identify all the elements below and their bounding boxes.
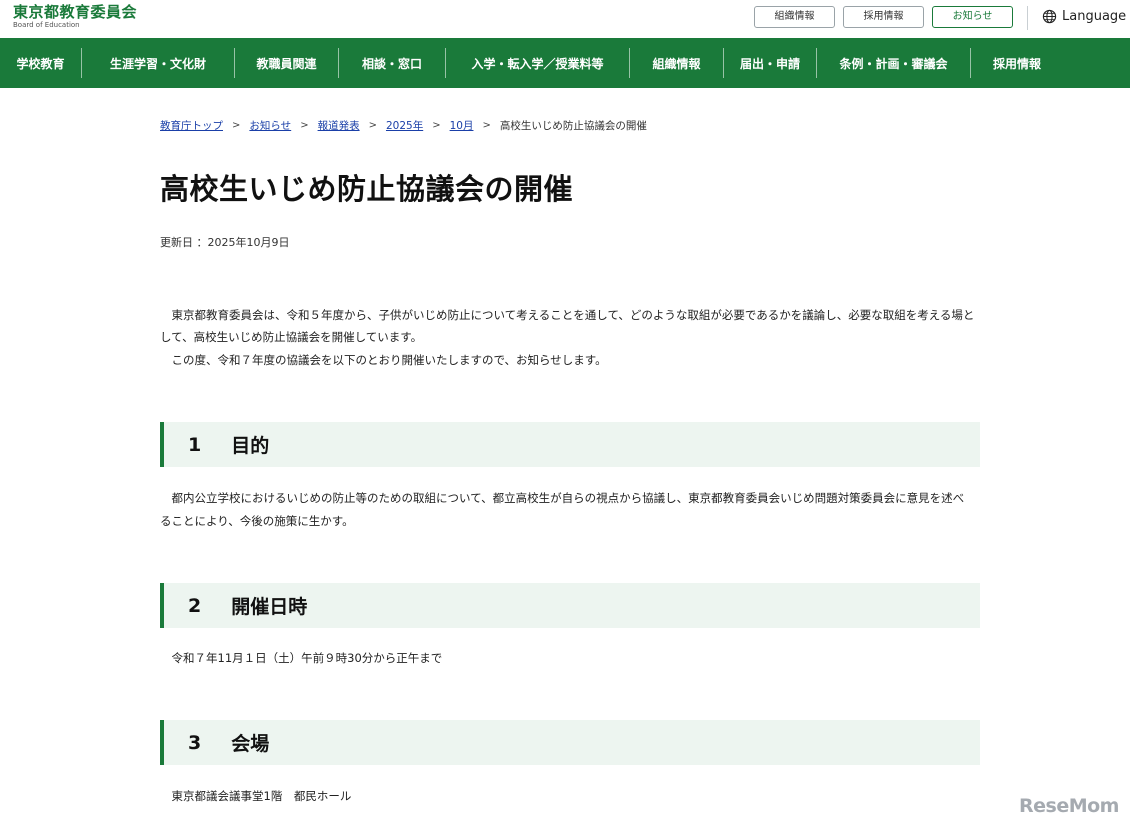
section-number: 3 xyxy=(188,731,202,754)
header-button-organization[interactable]: 組織情報 xyxy=(754,6,835,28)
section-heading-venue: 3 会場 xyxy=(160,720,980,765)
breadcrumb: 教育庁トップ > お知らせ > 報道発表 > 2025年 > 10月 > 高校生… xyxy=(160,118,647,133)
header-buttons: 組織情報 採用情報 お知らせ xyxy=(754,6,1013,28)
section-title: 会場 xyxy=(231,733,270,755)
section-title: 開催日時 xyxy=(231,596,308,618)
chevron-right-icon: > xyxy=(300,120,309,131)
site-logo[interactable]: 東京都教育委員会 Board of Education xyxy=(13,4,137,30)
section-number: 1 xyxy=(188,433,202,456)
breadcrumb-link-top[interactable]: 教育庁トップ xyxy=(160,118,223,133)
breadcrumb-link-news[interactable]: お知らせ xyxy=(249,118,291,133)
nav-item-school-education[interactable]: 学校教育 xyxy=(0,38,81,88)
breadcrumb-link-press[interactable]: 報道発表 xyxy=(318,118,360,133)
section-body-purpose: 都内公立学校におけるいじめの防止等のための取組について、都立高校生が自らの視点か… xyxy=(160,491,965,528)
watermark-logo: ReseMom xyxy=(1019,795,1119,817)
section-heading-purpose: 1 目的 xyxy=(160,422,980,467)
header-divider xyxy=(1027,6,1028,30)
header-button-news[interactable]: お知らせ xyxy=(932,6,1013,28)
chevron-right-icon: > xyxy=(432,120,441,131)
nav-item-recruitment[interactable]: 採用情報 xyxy=(971,38,1063,88)
global-nav: 学校教育 生涯学習・文化財 教職員関連 相談・窓口 入学・転入学／授業料等 組織… xyxy=(0,38,1130,88)
site-header: 東京都教育委員会 Board of Education 組織情報 採用情報 お知… xyxy=(0,0,1130,38)
breadcrumb-link-month[interactable]: 10月 xyxy=(450,118,474,133)
page-title: 高校生いじめ防止協議会の開催 xyxy=(160,172,574,206)
nav-item-applications[interactable]: 届出・申請 xyxy=(724,38,816,88)
nav-item-admission[interactable]: 入学・転入学／授業料等 xyxy=(446,38,629,88)
breadcrumb-link-year[interactable]: 2025年 xyxy=(386,118,423,133)
chevron-right-icon: > xyxy=(232,120,241,131)
logo-subtitle: Board of Education xyxy=(13,21,80,29)
logo-title: 東京都教育委員会 xyxy=(13,3,138,21)
nav-item-ordinances[interactable]: 条例・計画・審議会 xyxy=(817,38,970,88)
nav-item-organization[interactable]: 組織情報 xyxy=(630,38,723,88)
intro-paragraph: 東京都教育委員会は、令和５年度から、子供がいじめ防止について考えることを通して、… xyxy=(160,308,975,344)
chevron-right-icon: > xyxy=(482,120,491,131)
nav-item-consultation[interactable]: 相談・窓口 xyxy=(339,38,445,88)
nav-item-lifelong-learning[interactable]: 生涯学習・文化財 xyxy=(82,38,234,88)
updated-date: 更新日 ：2025年10月9日 xyxy=(160,236,290,249)
chevron-right-icon: > xyxy=(368,120,377,131)
intro-paragraph-2: この度、令和７年度の協議会を以下のとおり開催いたしますので、お知らせします。 xyxy=(171,353,607,367)
language-label: Language xyxy=(1062,9,1127,24)
section-heading-datetime: 2 開催日時 xyxy=(160,583,980,628)
section-body-venue: 東京都議会議事堂1階 都民ホール xyxy=(171,789,352,803)
section-body-datetime: 令和７年11月１日（土）午前９時30分から正午まで xyxy=(171,651,443,665)
header-button-recruitment[interactable]: 採用情報 xyxy=(843,6,924,28)
section-title: 目的 xyxy=(231,435,270,457)
nav-item-staff[interactable]: 教職員関連 xyxy=(235,38,338,88)
language-selector[interactable]: Language xyxy=(1042,9,1126,24)
breadcrumb-current: 高校生いじめ防止協議会の開催 xyxy=(499,120,647,132)
globe-icon xyxy=(1042,9,1057,24)
section-number: 2 xyxy=(188,594,202,617)
